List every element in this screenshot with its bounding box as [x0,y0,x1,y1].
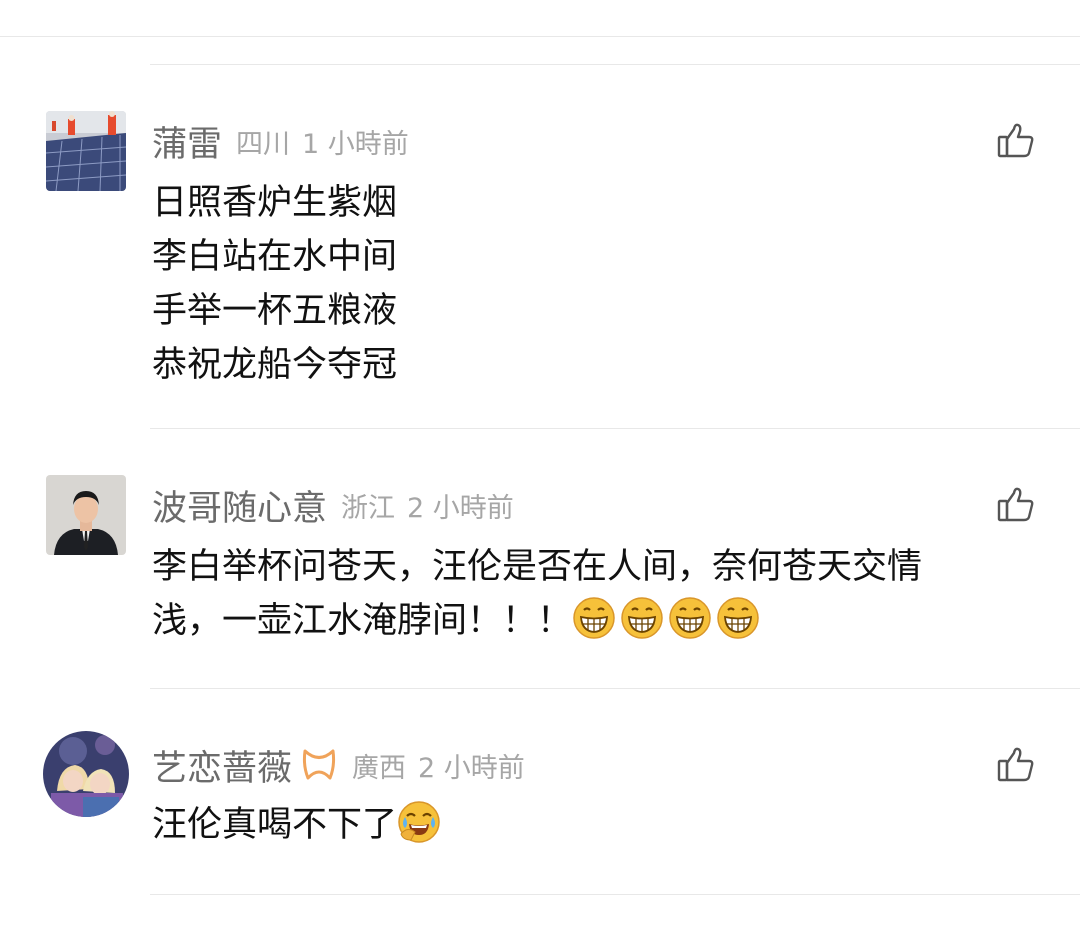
top-divider [0,36,1080,37]
timestamp: 2 小時前 [418,752,525,784]
comment-header: 艺恋蔷薇 廣西 2 小時前 [152,740,525,790]
timestamp: 1 小時前 [302,128,409,160]
comment-header: 蒲雷 四川 1 小時前 [152,116,409,166]
comment-divider [150,894,1080,895]
region-label: 四川 [236,128,291,160]
comment-line: 李白举杯问苍天，汪伦是否在人间，奈何苍天交情 [152,547,923,587]
thumbs-up-icon[interactable] [996,744,1036,784]
comment-divider [150,688,1080,689]
avatar[interactable] [46,111,126,191]
grin-emoji [621,597,663,639]
laugh-cry-emoji [398,801,440,843]
username[interactable]: 波哥随心意 [152,480,327,531]
username[interactable]: 蒲雷 [152,116,222,167]
comment-text: 李白举杯问苍天，汪伦是否在人间，奈何苍天交情 浅，一壶江水淹脖间！！！ [152,540,1032,648]
comment-list: 蒲雷 四川 1 小時前 日照香炉生紫烟 李白站在水中间 手举一杯五粮液 恭祝龙船… [0,0,1080,927]
comment-line: 恭祝龙船今夺冠 [152,345,398,385]
grin-emoji [573,597,615,639]
comment-divider [150,64,1080,65]
comment-header: 波哥随心意 浙江 2 小時前 [152,480,514,530]
comment-line: 汪伦真喝不下了 [152,798,1032,852]
username[interactable]: 艺恋蔷薇 [152,740,292,791]
grin-emoji [717,597,759,639]
thumbs-up-icon[interactable] [996,484,1036,524]
region-label: 浙江 [341,492,396,524]
timestamp: 2 小時前 [407,492,514,524]
grin-emoji [669,597,711,639]
thumbs-up-icon[interactable] [996,120,1036,160]
comment-text: 汪伦真喝不下了 [152,798,1032,852]
comment-line: 李白站在水中间 [152,237,398,277]
comment-line-text: 汪伦真喝不下了 [152,805,398,845]
avatar[interactable] [46,475,126,555]
comment-line: 浅，一壶江水淹脖间！！！ [152,594,1032,648]
comment-divider [150,428,1080,429]
avatar[interactable] [43,731,129,817]
comment-text: 日照香炉生紫烟 李白站在水中间 手举一杯五粮液 恭祝龙船今夺冠 [152,176,1032,392]
ribbon-badge-icon [300,748,338,782]
region-label: 廣西 [352,752,407,784]
comment-line: 手举一杯五粮液 [152,291,398,331]
comment-line-text: 浅，一壶江水淹脖间！！！ [152,601,573,641]
comment-line: 日照香炉生紫烟 [152,183,398,223]
